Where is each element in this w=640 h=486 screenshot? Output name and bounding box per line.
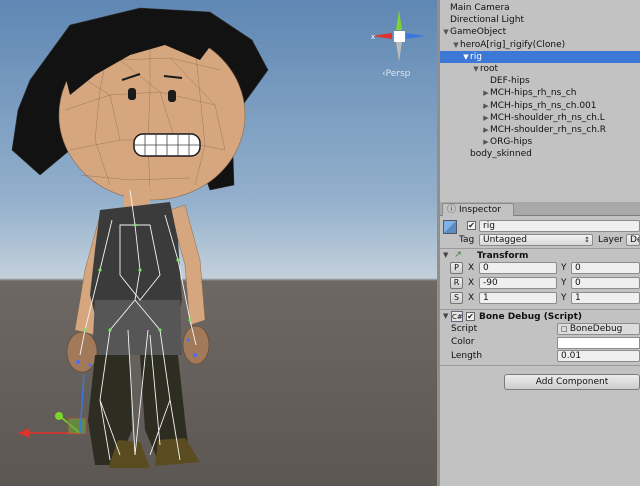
x-value-field[interactable]: -90 bbox=[479, 277, 557, 289]
hierarchy-item-label: root bbox=[480, 64, 499, 74]
inspector-panel: ✔ rig Tag Untagged ↕ Layer De ▼ ↗ Transfo… bbox=[440, 216, 640, 486]
script-label: Script bbox=[451, 324, 478, 334]
bone-debug-enabled-checkbox[interactable]: ✔ bbox=[466, 312, 475, 321]
persp-label[interactable]: ‹Persp bbox=[382, 69, 410, 79]
hierarchy-item[interactable]: ▼rig bbox=[440, 50, 640, 63]
chevron-down-icon: ↕ bbox=[584, 236, 590, 244]
script-value: BoneDebug bbox=[569, 324, 623, 334]
foldout-arrow-icon[interactable]: ▼ bbox=[442, 26, 450, 38]
foldout-arrow-icon[interactable]: ▼ bbox=[443, 312, 448, 320]
length-field[interactable]: 0.01 bbox=[557, 350, 640, 362]
object-name-field[interactable]: rig bbox=[479, 220, 640, 232]
character-model[interactable]: x bbox=[0, 0, 437, 486]
hierarchy-item-label: ORG-hips bbox=[490, 137, 533, 148]
hierarchy-item[interactable]: ▶MCH-shoulder_rh_ns_ch.R bbox=[440, 124, 640, 136]
orientation-gizmo: x bbox=[371, 10, 426, 62]
tab-inspector-label: Inspector bbox=[459, 205, 501, 215]
x-value-field[interactable]: 1 bbox=[479, 292, 557, 304]
transform-r-button[interactable]: R bbox=[450, 277, 463, 289]
script-field[interactable]: □ BoneDebug bbox=[557, 323, 640, 335]
hierarchy-item-label: MCH-hips_rh_ns_ch.001 bbox=[490, 100, 597, 111]
divider bbox=[440, 309, 640, 310]
transform-p-button[interactable]: P bbox=[450, 262, 463, 274]
active-checkbox[interactable]: ✔ bbox=[467, 221, 476, 230]
layer-label: Layer bbox=[598, 235, 624, 245]
tag-dropdown[interactable]: Untagged ↕ bbox=[479, 234, 593, 246]
x-axis-label: X bbox=[468, 263, 475, 273]
hierarchy-item-label: heroA[rig]_rigify(Clone) bbox=[460, 39, 566, 50]
y-axis-label: Y bbox=[561, 293, 567, 303]
x-axis-label: X bbox=[468, 278, 475, 288]
foldout-arrow-icon[interactable]: ▼ bbox=[462, 51, 470, 63]
hierarchy-item-label: MCH-shoulder_rh_ns_ch.L bbox=[490, 112, 605, 123]
foldout-arrow-icon[interactable]: ▼ bbox=[452, 39, 460, 51]
hierarchy-item-label: Main Camera bbox=[450, 3, 510, 13]
tag-label: Tag bbox=[459, 235, 475, 245]
foldout-arrow-icon[interactable]: ▶ bbox=[482, 100, 490, 112]
y-value-field[interactable]: 0 bbox=[571, 277, 640, 289]
x-value-field[interactable]: 0 bbox=[479, 262, 557, 274]
hierarchy-item-label: MCH-shoulder_rh_ns_ch.R bbox=[490, 125, 607, 135]
hierarchy-item[interactable]: ▶MCH-shoulder_rh_ns_ch.L bbox=[440, 112, 640, 124]
hierarchy-item[interactable]: ▼heroA[rig]_rigify(Clone) bbox=[440, 39, 640, 51]
hierarchy-item[interactable]: ▼root bbox=[440, 63, 640, 75]
y-value-field[interactable]: 0 bbox=[571, 262, 640, 274]
hierarchy-item[interactable]: Directional Light bbox=[440, 14, 640, 26]
divider bbox=[440, 248, 640, 249]
script-icon: C# bbox=[451, 311, 463, 322]
length-label: Length bbox=[451, 351, 483, 361]
scene-view[interactable]: x ‹Persp bbox=[0, 0, 437, 486]
transform-icon: ↗ bbox=[454, 250, 462, 260]
y-axis-label: Y bbox=[561, 263, 567, 273]
inspector-icon: ⓘ bbox=[447, 205, 457, 215]
tab-inspector[interactable]: ⓘ Inspector bbox=[442, 203, 514, 216]
bone-debug-title: Bone Debug (Script) bbox=[479, 312, 582, 322]
hierarchy-item-label: Directional Light bbox=[450, 15, 524, 26]
gameobject-cube-icon bbox=[443, 220, 457, 234]
color-swatch[interactable] bbox=[557, 337, 640, 349]
move-gizmo bbox=[18, 374, 87, 438]
hierarchy-panel: Main Camera Directional Light ▼GameObject ▼… bbox=[440, 0, 640, 201]
foldout-arrow-icon[interactable]: ▶ bbox=[482, 112, 490, 124]
foldout-arrow-icon[interactable]: ▼ bbox=[443, 251, 448, 259]
hierarchy-item[interactable]: body_skinned bbox=[440, 148, 640, 160]
tag-value: Untagged bbox=[483, 235, 528, 245]
hierarchy-item-label: DEF-hips bbox=[490, 76, 530, 87]
hierarchy-item[interactable]: ▼GameObject bbox=[440, 26, 640, 38]
foldout-arrow-icon[interactable]: ▶ bbox=[482, 124, 490, 136]
color-label: Color bbox=[451, 337, 475, 347]
hierarchy-item[interactable]: ▶MCH-hips_rh_ns_ch.001 bbox=[440, 100, 640, 112]
foldout-arrow-icon[interactable]: ▶ bbox=[482, 136, 490, 148]
foldout-arrow-icon[interactable]: ▼ bbox=[472, 63, 480, 75]
hierarchy-item-label: body_skinned bbox=[470, 149, 532, 160]
layer-dropdown[interactable]: De bbox=[626, 234, 640, 246]
hierarchy-item-label: MCH-hips_rh_ns_ch bbox=[490, 88, 577, 99]
svg-text:x: x bbox=[371, 33, 375, 41]
transform-title: Transform bbox=[477, 251, 529, 261]
layer-value: De bbox=[630, 235, 639, 245]
add-component-button[interactable]: Add Component bbox=[504, 374, 640, 390]
inspector-tab-bar: ⓘ Inspector bbox=[440, 202, 640, 216]
hierarchy-item[interactable]: Main Camera bbox=[440, 2, 640, 14]
hierarchy-item-label: rig bbox=[470, 51, 482, 62]
hierarchy-item[interactable]: ▶MCH-hips_rh_ns_ch bbox=[440, 87, 640, 99]
hierarchy-item-label: GameObject bbox=[450, 27, 507, 38]
transform-s-button[interactable]: S bbox=[450, 292, 463, 304]
script-file-icon: □ bbox=[561, 325, 570, 333]
hierarchy-item[interactable]: ▶ORG-hips bbox=[440, 136, 640, 148]
y-axis-label: Y bbox=[561, 278, 567, 288]
x-axis-label: X bbox=[468, 293, 475, 303]
y-value-field[interactable]: 1 bbox=[571, 292, 640, 304]
divider bbox=[440, 365, 640, 366]
foldout-arrow-icon[interactable]: ▶ bbox=[482, 87, 490, 99]
hierarchy-item[interactable]: DEF-hips bbox=[440, 75, 640, 87]
